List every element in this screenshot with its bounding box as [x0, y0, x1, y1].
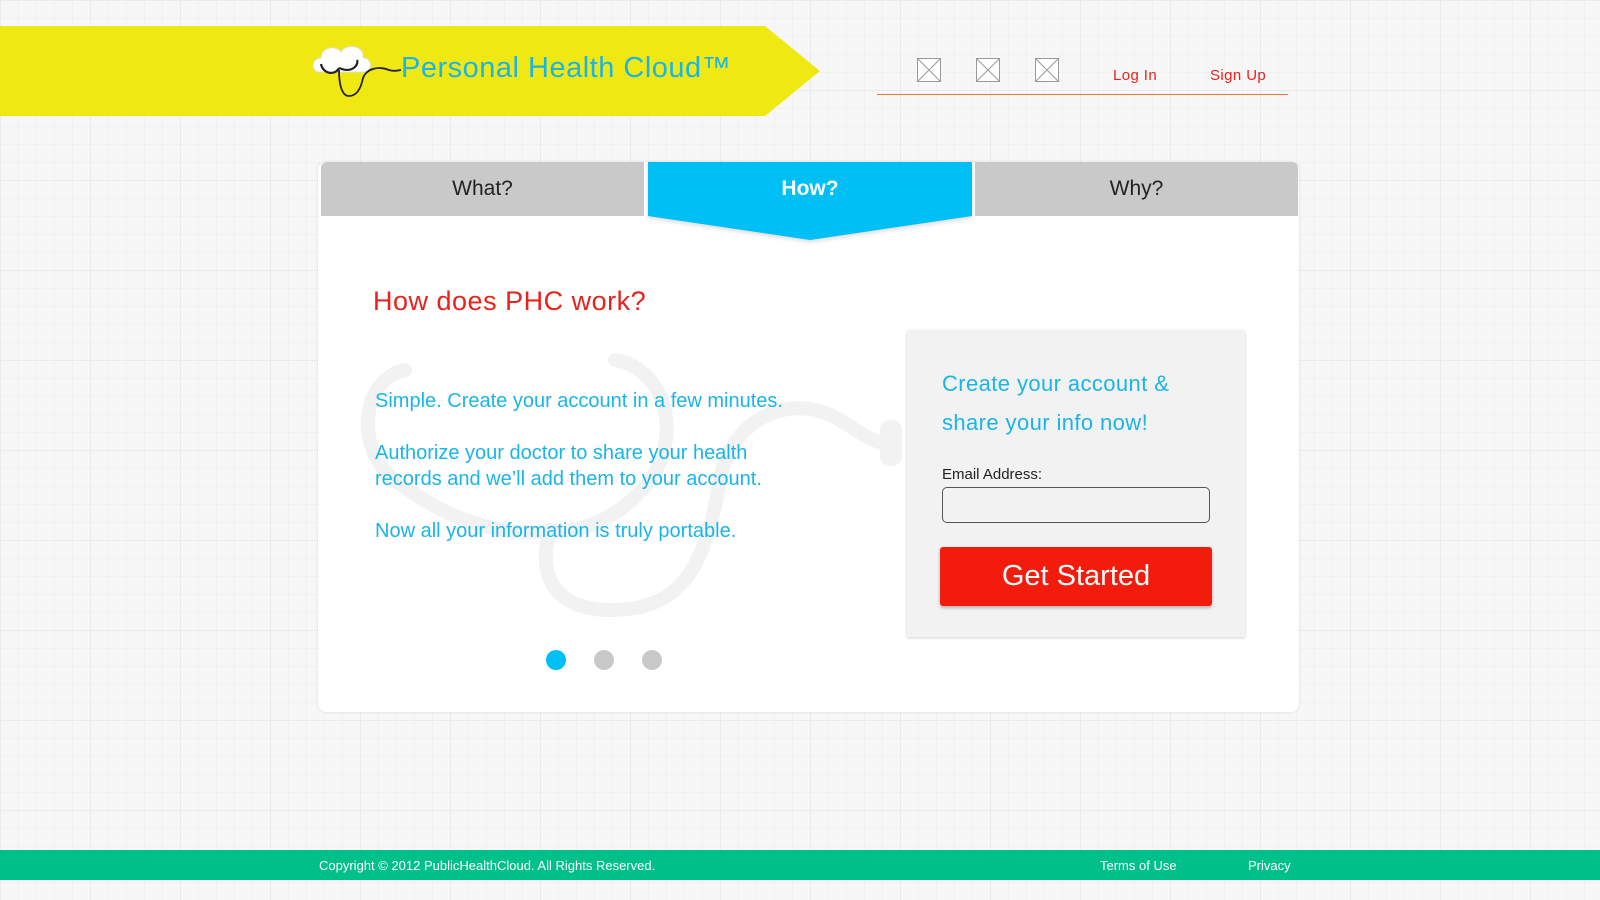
signup-box: Create your account & share your info no… [907, 330, 1245, 637]
brand-name[interactable]: Personal Health Cloud™ [401, 52, 731, 85]
tab-how[interactable]: How? [648, 162, 972, 240]
signup-title: Create your account & share your info no… [942, 371, 1170, 435]
carousel-dot-1[interactable] [546, 650, 566, 670]
intro-paragraph: Simple. Create your account in a few min… [375, 390, 783, 412]
terms-link[interactable]: Terms of Use [1100, 858, 1177, 873]
email-label: Email Address: [942, 466, 1043, 483]
placeholder-image-icon[interactable] [917, 58, 941, 82]
cloud-stethoscope-logo-icon [312, 45, 402, 97]
carousel-dot-2[interactable] [594, 650, 614, 670]
email-field[interactable] [942, 487, 1210, 523]
section-headline: How does PHC work? [373, 286, 647, 316]
authorize-paragraph: Authorize your doctor to share your heal… [375, 442, 762, 490]
placeholder-image-icon[interactable] [1035, 58, 1059, 82]
privacy-link[interactable]: Privacy [1248, 858, 1291, 873]
copyright-text: Copyright © 2012 PublicHealthCloud. All … [319, 858, 656, 873]
footer: Copyright © 2012 PublicHealthCloud. All … [0, 850, 1600, 880]
tab-how-wrapper: How? [648, 162, 972, 242]
top-navigation: Log In Sign Up [877, 56, 1288, 95]
tab-why[interactable]: Why? [975, 162, 1298, 216]
placeholder-image-icon[interactable] [976, 58, 1000, 82]
login-link[interactable]: Log In [1113, 67, 1157, 84]
signup-link[interactable]: Sign Up [1210, 67, 1266, 84]
portable-paragraph: Now all your information is truly portab… [375, 520, 737, 542]
tab-what[interactable]: What? [321, 162, 644, 216]
carousel-dot-3[interactable] [642, 650, 662, 670]
get-started-button[interactable]: Get Started [940, 547, 1212, 606]
